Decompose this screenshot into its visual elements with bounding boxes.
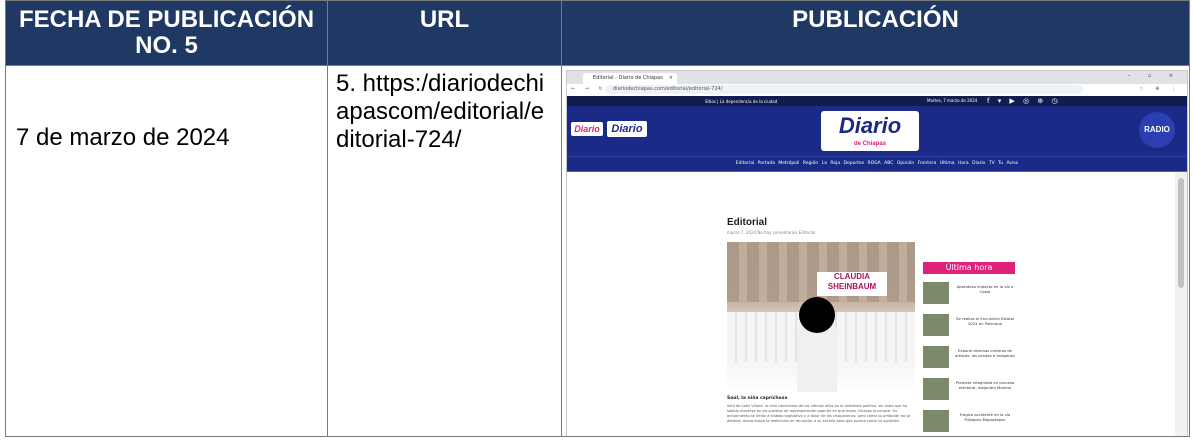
article-title: Editorial: [727, 217, 768, 228]
redaction-circle: [799, 297, 835, 333]
article-meta: marzo 7, 2024 No hay comentarios Editori…: [727, 230, 816, 235]
news-thumbnail: [923, 378, 949, 400]
radio-logo[interactable]: RADIO: [1139, 112, 1175, 148]
news-thumbnail: [923, 346, 949, 368]
news-item[interactable]: Se realiza el Encuentro Estatal 2024 en …: [923, 312, 1019, 342]
logo-small[interactable]: Diario: [571, 122, 603, 136]
article-photo: CLAUDIA SHEINBAUM: [727, 242, 915, 392]
browser-tabbar: Editorial - Diario de Chiapas × – ▫ ×: [567, 71, 1187, 84]
browser-tab[interactable]: Editorial - Diario de Chiapas ×: [583, 73, 677, 84]
logo-mid[interactable]: Diario: [607, 121, 647, 137]
address-bar: ← → ↻ diariodechiapas.com/editorial/edit…: [567, 84, 1187, 96]
article-body: Saúl de León Villard, la niña caprichosa…: [727, 404, 911, 423]
header-url: URL: [327, 0, 562, 66]
site-header: Diario Diario Diario de Chiapas RADIO: [567, 106, 1187, 156]
news-item[interactable]: Aparatoso impacto en la vía a Costa: [923, 280, 1019, 310]
news-item[interactable]: Expone diversas carteras de artistas: la…: [923, 344, 1019, 374]
header-date: FECHA DE PUBLICACIÓN NO. 5: [5, 0, 328, 66]
website-screenshot: Editorial - Diario de Chiapas × – ▫ × ← →…: [566, 70, 1188, 436]
photo-banner: CLAUDIA SHEINBAUM: [817, 272, 887, 296]
date-cell: 7 de marzo de 2024: [5, 65, 328, 437]
publication-cell: Editorial - Diario de Chiapas × – ▫ × ← →…: [561, 65, 1190, 437]
news-thumbnail: [923, 314, 949, 336]
logo-main[interactable]: Diario de Chiapas: [821, 111, 919, 151]
window-controls[interactable]: – ▫ ×: [1128, 73, 1181, 79]
data-row: 7 de marzo de 2024 5. https:/diariodechi…: [5, 65, 1190, 437]
header-publication: PUBLICACIÓN: [561, 0, 1190, 66]
photo-caption: Saúl, la niña caprichosa: [727, 396, 788, 401]
url-field[interactable]: diariodechiapas.com/editorial/editorial-…: [605, 85, 1083, 94]
scrollbar[interactable]: [1175, 172, 1187, 436]
close-icon[interactable]: ×: [669, 73, 673, 84]
toolbar-icons[interactable]: ☆ ⊕ ⋮: [1139, 86, 1181, 92]
header-row: FECHA DE PUBLICACIÓN NO. 5 URL PUBLICACI…: [5, 0, 1190, 66]
url-cell: 5. https:/diariodechiapascom/editorial/e…: [327, 65, 562, 437]
nav-icons[interactable]: ← → ↻: [571, 86, 607, 92]
news-item[interactable]: Promete integridad en proceso electoral:…: [923, 376, 1019, 406]
news-item[interactable]: Trágico accidente en la vía Pijijiapan-M…: [923, 408, 1019, 436]
site-menu[interactable]: Editorial Portada Metrópoli Región La Ro…: [567, 156, 1187, 171]
news-thumbnail: [923, 410, 949, 432]
article-page: Editorial marzo 7, 2024 No hay comentari…: [567, 172, 1175, 436]
ultima-hora-title: Última hora: [923, 262, 1015, 274]
social-icons[interactable]: f ▾ ▶ ◎ ⊕ ◷: [987, 97, 1061, 105]
news-thumbnail: [923, 282, 949, 304]
site-topstrip: Sitios | La dependencia de la ciudad Mar…: [567, 96, 1187, 106]
scrollbar-thumb[interactable]: [1178, 178, 1184, 288]
publication-table: FECHA DE PUBLICACIÓN NO. 5 URL PUBLICACI…: [5, 0, 1190, 437]
